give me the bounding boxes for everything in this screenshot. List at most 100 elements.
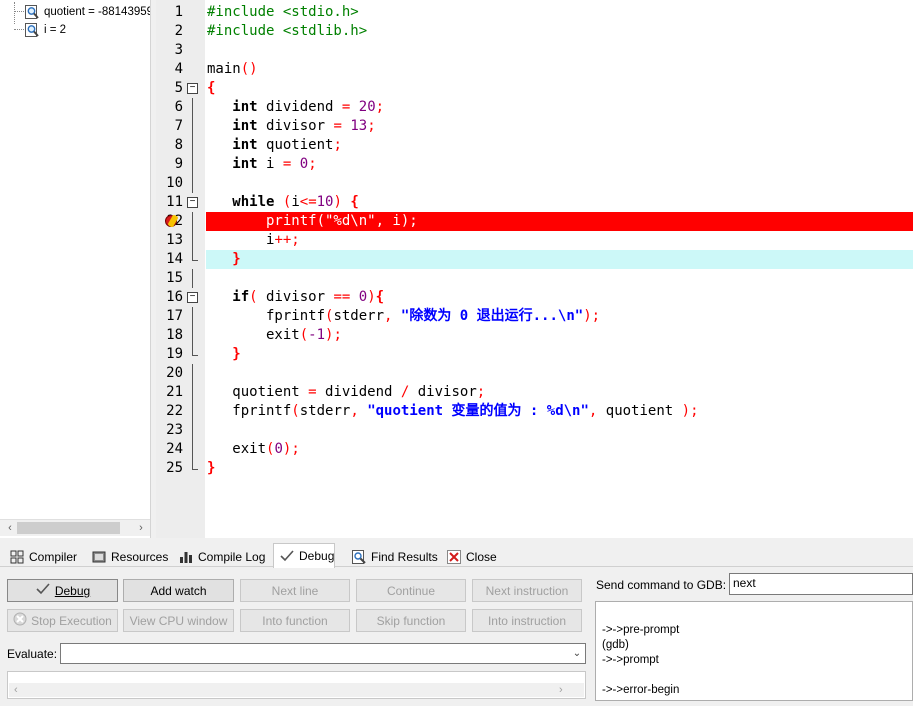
line-number[interactable]: 4 xyxy=(156,60,183,79)
tab-compile-log[interactable]: Compile Log xyxy=(172,545,266,567)
code-token: 0 xyxy=(358,289,368,305)
code-line[interactable]: 24 exit(0); xyxy=(156,440,913,459)
view-cpu-window-button[interactable]: View CPU window xyxy=(123,609,234,632)
next-line-button[interactable]: Next line xyxy=(240,579,350,602)
find-icon xyxy=(351,549,367,565)
fold-toggle-icon[interactable]: − xyxy=(187,292,198,303)
code-token: ); xyxy=(681,403,699,419)
resources-icon xyxy=(91,549,107,565)
code-line[interactable]: 5−{ xyxy=(156,79,913,98)
code-token: ( xyxy=(291,403,300,419)
line-number[interactable]: 5 xyxy=(156,79,183,98)
watch-panel[interactable]: quotient = -881439594 i = 2 ‹ › xyxy=(0,0,151,538)
code-line[interactable]: 14 } xyxy=(156,250,913,269)
tab-find-results[interactable]: Find Results xyxy=(345,545,439,567)
code-editor[interactable]: 1 #include <stdio.h> 2 #include <stdlib.h> 3… xyxy=(156,0,913,538)
add-watch-button[interactable]: Add watch xyxy=(123,579,234,602)
gdb-output-line: ->->error-begin xyxy=(602,684,680,696)
tab-resources[interactable]: Resources xyxy=(85,545,169,567)
tab-close[interactable]: Close xyxy=(440,545,498,567)
debug-button[interactable]: Debug xyxy=(7,579,118,602)
code-token: fprintf xyxy=(207,403,292,419)
stop-execution-button[interactable]: Stop Execution xyxy=(7,609,118,632)
code-line[interactable]: 15 xyxy=(156,269,913,288)
scroll-right-icon[interactable]: › xyxy=(133,520,149,536)
debug-panel: Debug Add watch Next line Continue Next … xyxy=(0,568,913,706)
scrollbar-thumb[interactable] xyxy=(17,522,120,534)
code-line[interactable]: 9 int i = 0; xyxy=(156,155,913,174)
line-number[interactable]: 11 xyxy=(156,193,183,212)
code-line[interactable]: 7 int divisor = 13; xyxy=(156,117,913,136)
code-line[interactable]: 10 xyxy=(156,174,913,193)
code-line[interactable]: 2 #include <stdlib.h> xyxy=(156,22,913,41)
code-line[interactable]: 13 i++; xyxy=(156,231,913,250)
watch-horizontal-scrollbar[interactable]: ‹ › xyxy=(0,519,150,536)
code-line[interactable]: 16− if( divisor == 0){ xyxy=(156,288,913,307)
line-number[interactable]: 20 xyxy=(156,364,183,383)
fold-guide xyxy=(192,383,193,402)
line-number[interactable]: 17 xyxy=(156,307,183,326)
code-line[interactable]: 3 xyxy=(156,41,913,60)
gdb-command-input[interactable]: next xyxy=(729,573,913,595)
scroll-left-icon[interactable]: ‹ xyxy=(2,520,18,536)
code-line[interactable]: 18 exit(-1); xyxy=(156,326,913,345)
line-number[interactable]: 16 xyxy=(156,288,183,307)
into-function-button[interactable]: Into function xyxy=(240,609,350,632)
line-number[interactable]: 25 xyxy=(156,459,183,478)
fold-toggle-icon[interactable]: − xyxy=(187,83,198,94)
line-number[interactable]: 9 xyxy=(156,155,183,174)
breakpoint-icon[interactable] xyxy=(165,215,177,227)
watch-item-quotient[interactable]: quotient = -881439594 xyxy=(14,4,150,20)
line-number[interactable]: 2 xyxy=(156,22,183,41)
line-number[interactable]: 18 xyxy=(156,326,183,345)
code-line[interactable]: 20 xyxy=(156,364,913,383)
scroll-right-icon[interactable]: › xyxy=(559,683,563,697)
code-line[interactable]: 4 main() xyxy=(156,60,913,79)
line-number[interactable]: 14 xyxy=(156,250,183,269)
fold-toggle-icon[interactable]: − xyxy=(187,197,198,208)
code-token: ); xyxy=(325,327,342,343)
watch-item-i[interactable]: i = 2 xyxy=(14,22,66,38)
into-instruction-button[interactable]: Into instruction xyxy=(472,609,582,632)
line-number[interactable]: 21 xyxy=(156,383,183,402)
code-token: dividend xyxy=(316,384,401,400)
code-token: main xyxy=(207,61,241,77)
tab-debug[interactable]: Debug xyxy=(273,543,336,568)
code-line[interactable]: 22 fprintf(stderr, "quotient 变量的值为 : %d\… xyxy=(156,402,913,421)
line-number[interactable]: 3 xyxy=(156,41,183,60)
code-token: = xyxy=(333,118,342,134)
button-label: Into function xyxy=(262,613,328,628)
code-line[interactable]: 25} xyxy=(156,459,913,478)
code-line[interactable]: 1 #include <stdio.h> xyxy=(156,3,913,22)
line-number[interactable]: 8 xyxy=(156,136,183,155)
line-number[interactable]: 1 xyxy=(156,3,183,22)
evaluate-input[interactable]: ⌄ xyxy=(60,643,586,664)
code-line[interactable]: 21 quotient = dividend / divisor; xyxy=(156,383,913,402)
line-number[interactable]: 7 xyxy=(156,117,183,136)
continue-button[interactable]: Continue xyxy=(356,579,466,602)
code-line[interactable]: 17 fprintf(stderr, "除数为 0 退出运行...\n"); xyxy=(156,307,913,326)
skip-function-button[interactable]: Skip function xyxy=(356,609,466,632)
code-line[interactable]: 6 int dividend = 20; xyxy=(156,98,913,117)
line-number[interactable]: 13 xyxy=(156,231,183,250)
next-instruction-button[interactable]: Next instruction xyxy=(472,579,582,602)
code-line[interactable]: 19 } xyxy=(156,345,913,364)
code-line[interactable]: 12 printf("%d\n", i); xyxy=(156,212,913,231)
tab-compiler[interactable]: Compiler xyxy=(3,545,78,567)
line-number[interactable]: 24 xyxy=(156,440,183,459)
scroll-left-icon[interactable]: ‹ xyxy=(14,683,18,697)
line-number[interactable]: 10 xyxy=(156,174,183,193)
evaluate-horizontal-scrollbar[interactable]: ‹ › xyxy=(9,683,584,697)
code-line[interactable]: 11− while (i<=10) { xyxy=(156,193,913,212)
code-line[interactable]: 8 int quotient; xyxy=(156,136,913,155)
line-number[interactable]: 15 xyxy=(156,269,183,288)
chevron-down-icon[interactable]: ⌄ xyxy=(569,644,585,663)
line-number[interactable]: 23 xyxy=(156,421,183,440)
button-label: Skip function xyxy=(376,613,446,628)
line-number[interactable]: 19 xyxy=(156,345,183,364)
line-number[interactable]: 22 xyxy=(156,402,183,421)
line-background xyxy=(206,421,913,440)
line-number[interactable]: 6 xyxy=(156,98,183,117)
code-line[interactable]: 23 xyxy=(156,421,913,440)
